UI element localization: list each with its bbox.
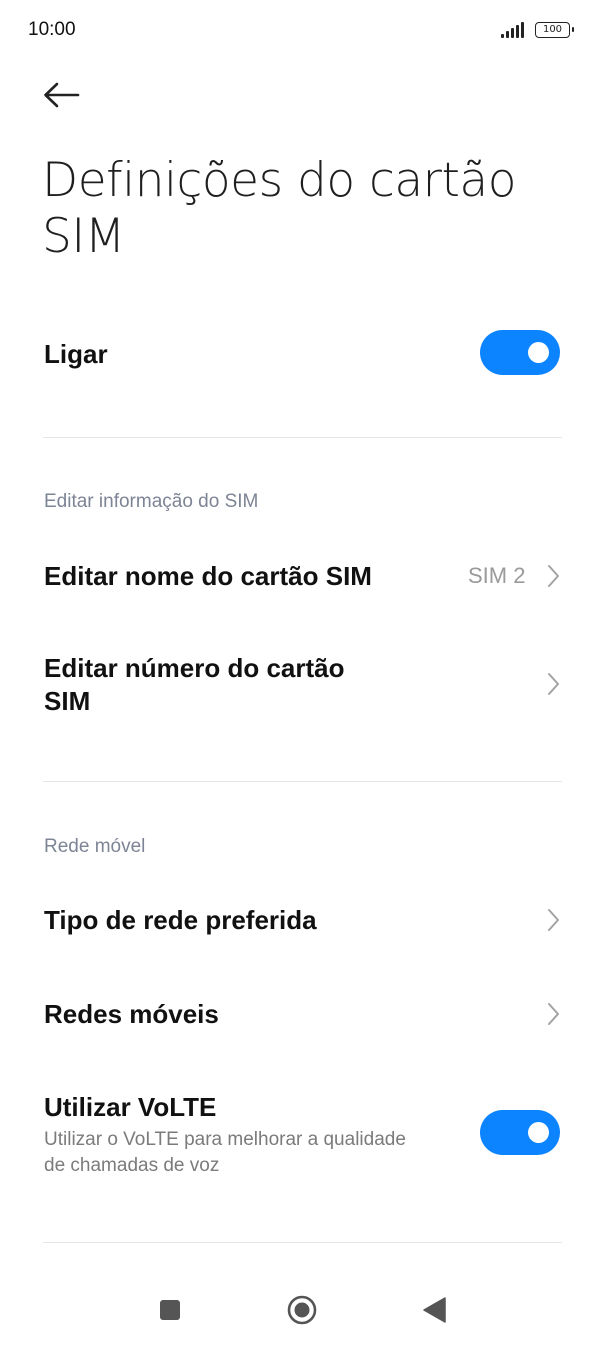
navigation-bar — [0, 1280, 605, 1346]
edit-sim-number-label-line1: Editar número do cartão — [44, 653, 345, 683]
mobile-networks-row[interactable]: Redes móveis — [0, 984, 605, 1046]
preferred-network-type-label: Tipo de rede preferida — [44, 905, 317, 935]
page-title: Definições do cartão SIM — [42, 153, 516, 264]
back-button[interactable] — [36, 74, 88, 118]
chevron-right-icon — [548, 1003, 559, 1025]
circle-home-icon — [287, 1295, 317, 1325]
edit-sim-name-label: Editar nome do cartão SIM — [44, 561, 372, 591]
arrow-left-icon — [44, 82, 80, 108]
divider — [43, 781, 562, 782]
toggle-knob — [528, 342, 549, 363]
section-header-sim-info: Editar informação do SIM — [44, 491, 259, 512]
volte-toggle[interactable] — [480, 1110, 560, 1155]
nav-back-button[interactable] — [416, 1292, 452, 1328]
chevron-right-icon — [548, 909, 559, 931]
mobile-networks-label: Redes móveis — [44, 999, 219, 1029]
chevron-right-icon — [548, 565, 559, 587]
volte-description-line1: Utilizar o VoLTE para melhorar a qualida… — [44, 1129, 406, 1150]
edit-sim-number-row[interactable]: Editar número do cartão SIM — [0, 640, 605, 730]
toggle-knob — [528, 1122, 549, 1143]
cellular-signal-icon — [501, 22, 529, 38]
triangle-back-icon — [423, 1297, 446, 1323]
volte-label: Utilizar VoLTE — [44, 1092, 217, 1122]
preferred-network-type-row[interactable]: Tipo de rede preferida — [0, 890, 605, 952]
section-header-mobile-network: Rede móvel — [44, 836, 146, 857]
edit-sim-number-label-line2: SIM — [44, 686, 91, 716]
divider — [43, 1242, 562, 1243]
square-recents-icon — [160, 1300, 180, 1320]
edit-sim-name-row[interactable]: Editar nome do cartão SIM SIM 2 — [0, 545, 605, 607]
power-label: Ligar — [44, 339, 108, 369]
status-bar: 10:00 100 — [0, 0, 605, 62]
home-button[interactable] — [284, 1292, 320, 1328]
recents-button[interactable] — [152, 1292, 188, 1328]
volte-description-line2: de chamadas de voz — [44, 1155, 220, 1176]
power-toggle[interactable] — [480, 330, 560, 375]
battery-level: 100 — [542, 24, 563, 35]
battery-icon: 100 — [535, 22, 574, 38]
chevron-right-icon — [548, 673, 559, 695]
sim-name-value: SIM 2 — [468, 563, 526, 588]
divider — [43, 437, 562, 438]
status-time: 10:00 — [28, 19, 76, 40]
